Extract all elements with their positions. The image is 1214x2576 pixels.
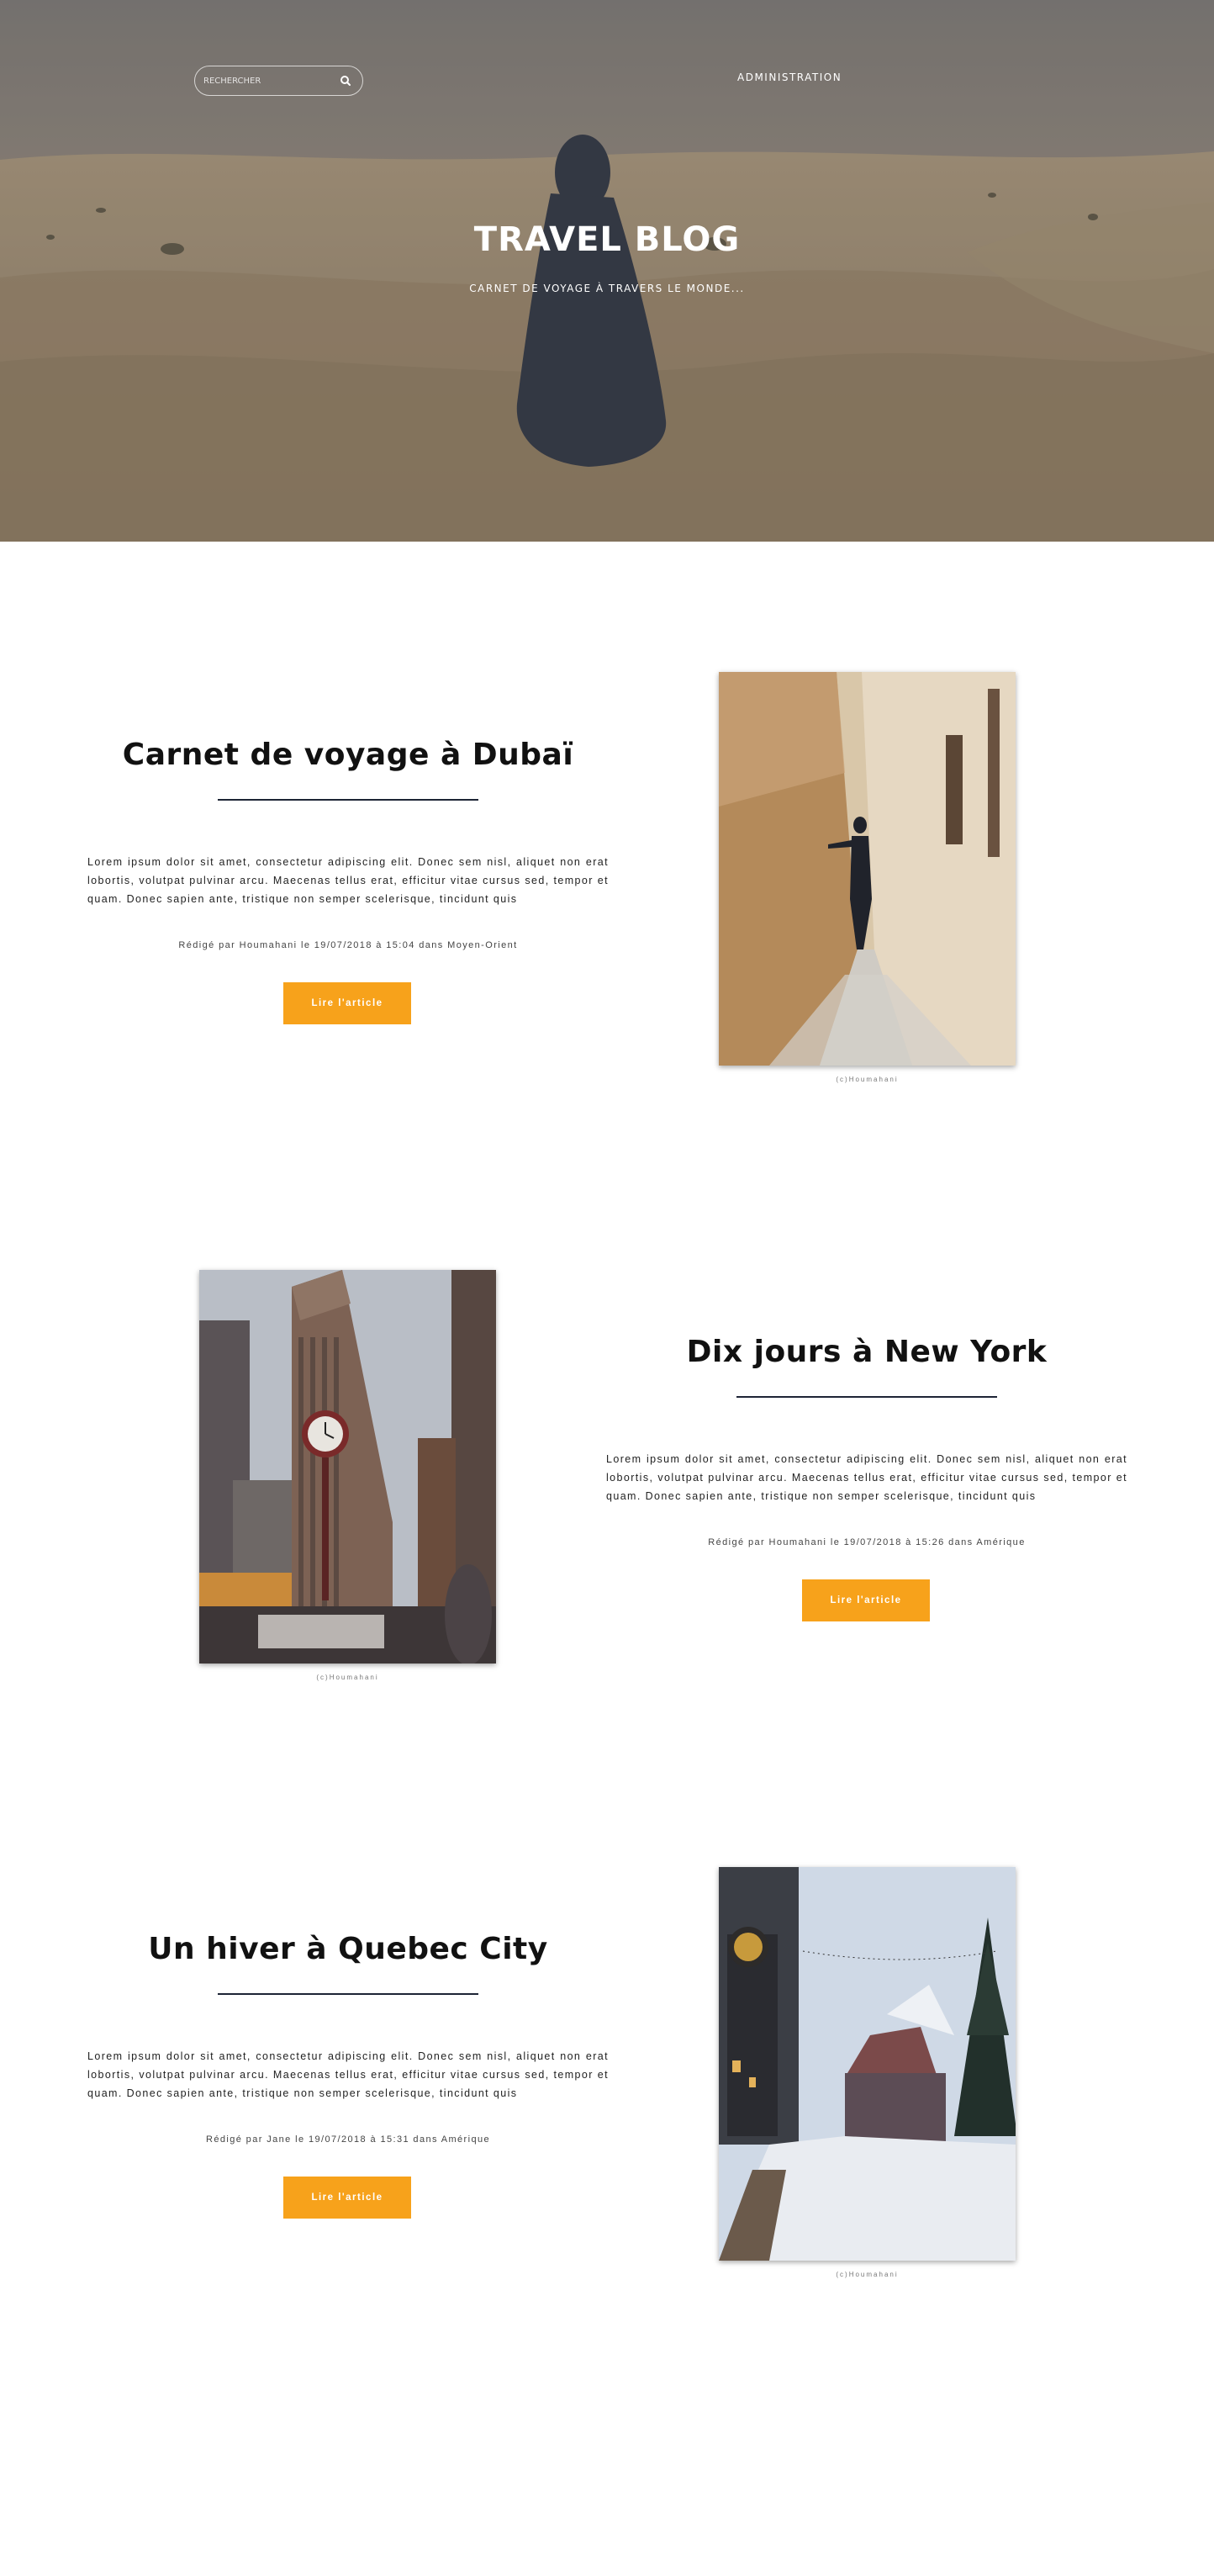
hero-banner: ADMINISTRATION TRAVEL BLOG CARNET DE VOY…: [0, 0, 1214, 542]
site-title: TRAVEL BLOG: [473, 220, 741, 259]
article-meta: Rédigé par Jane le 19/07/2018 à 15:31 da…: [205, 2134, 491, 2145]
admin-link[interactable]: ADMINISTRATION: [737, 71, 842, 83]
article-title: Carnet de voyage à Dubaï: [122, 738, 574, 772]
title-divider: [218, 1993, 478, 1995]
photo-caption: (c)Houmahani: [836, 1076, 899, 1083]
article-excerpt: Lorem ipsum dolor sit amet, consectetur …: [606, 1453, 1127, 1502]
article-excerpt: Lorem ipsum dolor sit amet, consectetur …: [87, 2050, 609, 2099]
search-box: [194, 66, 363, 96]
article-title: Un hiver à Quebec City: [148, 1932, 548, 1966]
article-meta: Rédigé par Houmahani le 19/07/2018 à 15:…: [708, 1537, 1026, 1547]
article-photo-alley[interactable]: [719, 672, 1016, 1066]
article-meta: Rédigé par Houmahani le 19/07/2018 à 15:…: [178, 940, 518, 950]
article-photo-newyork[interactable]: [199, 1270, 496, 1664]
search-input[interactable]: [203, 72, 330, 89]
photo-caption: (c)Houmahani: [836, 2271, 899, 2278]
article-photo-quebec[interactable]: [719, 1867, 1016, 2261]
read-article-button[interactable]: Lire l'article: [283, 2177, 411, 2219]
title-divider: [218, 799, 478, 801]
read-article-button[interactable]: Lire l'article: [283, 982, 411, 1024]
hero-background-image: [0, 0, 1214, 542]
read-article-button[interactable]: Lire l'article: [802, 1579, 930, 1621]
search-icon[interactable]: [339, 74, 352, 87]
site-subtitle: CARNET DE VOYAGE À TRAVERS LE MONDE...: [469, 283, 745, 294]
photo-caption: (c)Houmahani: [316, 1674, 379, 1681]
title-divider: [736, 1396, 997, 1398]
article-excerpt: Lorem ipsum dolor sit amet, consectetur …: [87, 856, 609, 905]
article-title: Dix jours à New York: [686, 1335, 1048, 1369]
